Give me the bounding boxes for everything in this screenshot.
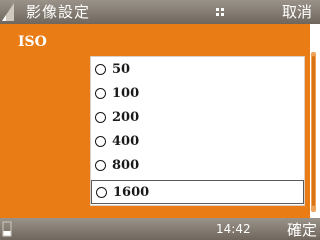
list-item-iso-50[interactable]: 50 xyxy=(91,57,304,81)
list-item-iso-1600[interactable]: 1600 xyxy=(91,180,304,204)
list-item-iso-200[interactable]: 200 xyxy=(91,105,304,129)
option-label: 200 xyxy=(112,109,140,125)
radio-button-icon[interactable] xyxy=(95,87,106,99)
list-item-iso-400[interactable]: 400 xyxy=(91,129,304,153)
bottom-bar: 14:42 確定 xyxy=(0,218,320,240)
radio-button-icon[interactable] xyxy=(95,63,106,75)
cancel-button[interactable]: 取消 xyxy=(282,2,312,22)
setting-label: ISO xyxy=(18,34,47,50)
list-item-iso-800[interactable]: 800 xyxy=(91,153,304,177)
battery-level-icon xyxy=(2,221,12,237)
radio-button-icon[interactable] xyxy=(95,111,106,123)
confirm-button[interactable]: 確定 xyxy=(287,220,317,240)
scrollbar-thumb[interactable] xyxy=(312,56,315,206)
option-label: 800 xyxy=(112,157,140,173)
radio-button-icon[interactable] xyxy=(95,159,106,171)
title-bar: 影像設定 取消 xyxy=(0,0,320,24)
signal-strength-icon xyxy=(2,3,14,21)
radio-button-icon[interactable] xyxy=(96,186,107,198)
option-label: 100 xyxy=(112,85,140,101)
options-menu-icon[interactable] xyxy=(216,8,224,16)
list-item-iso-100[interactable]: 100 xyxy=(91,81,304,105)
option-label: 50 xyxy=(112,61,131,77)
option-label: 400 xyxy=(112,133,140,149)
radio-button-icon[interactable] xyxy=(95,135,106,147)
option-label: 1600 xyxy=(113,184,150,200)
clock-time: 14:42 xyxy=(216,222,251,236)
page-title: 影像設定 xyxy=(26,3,91,21)
iso-options-list: 50 100 200 400 800 1600 xyxy=(90,56,305,206)
